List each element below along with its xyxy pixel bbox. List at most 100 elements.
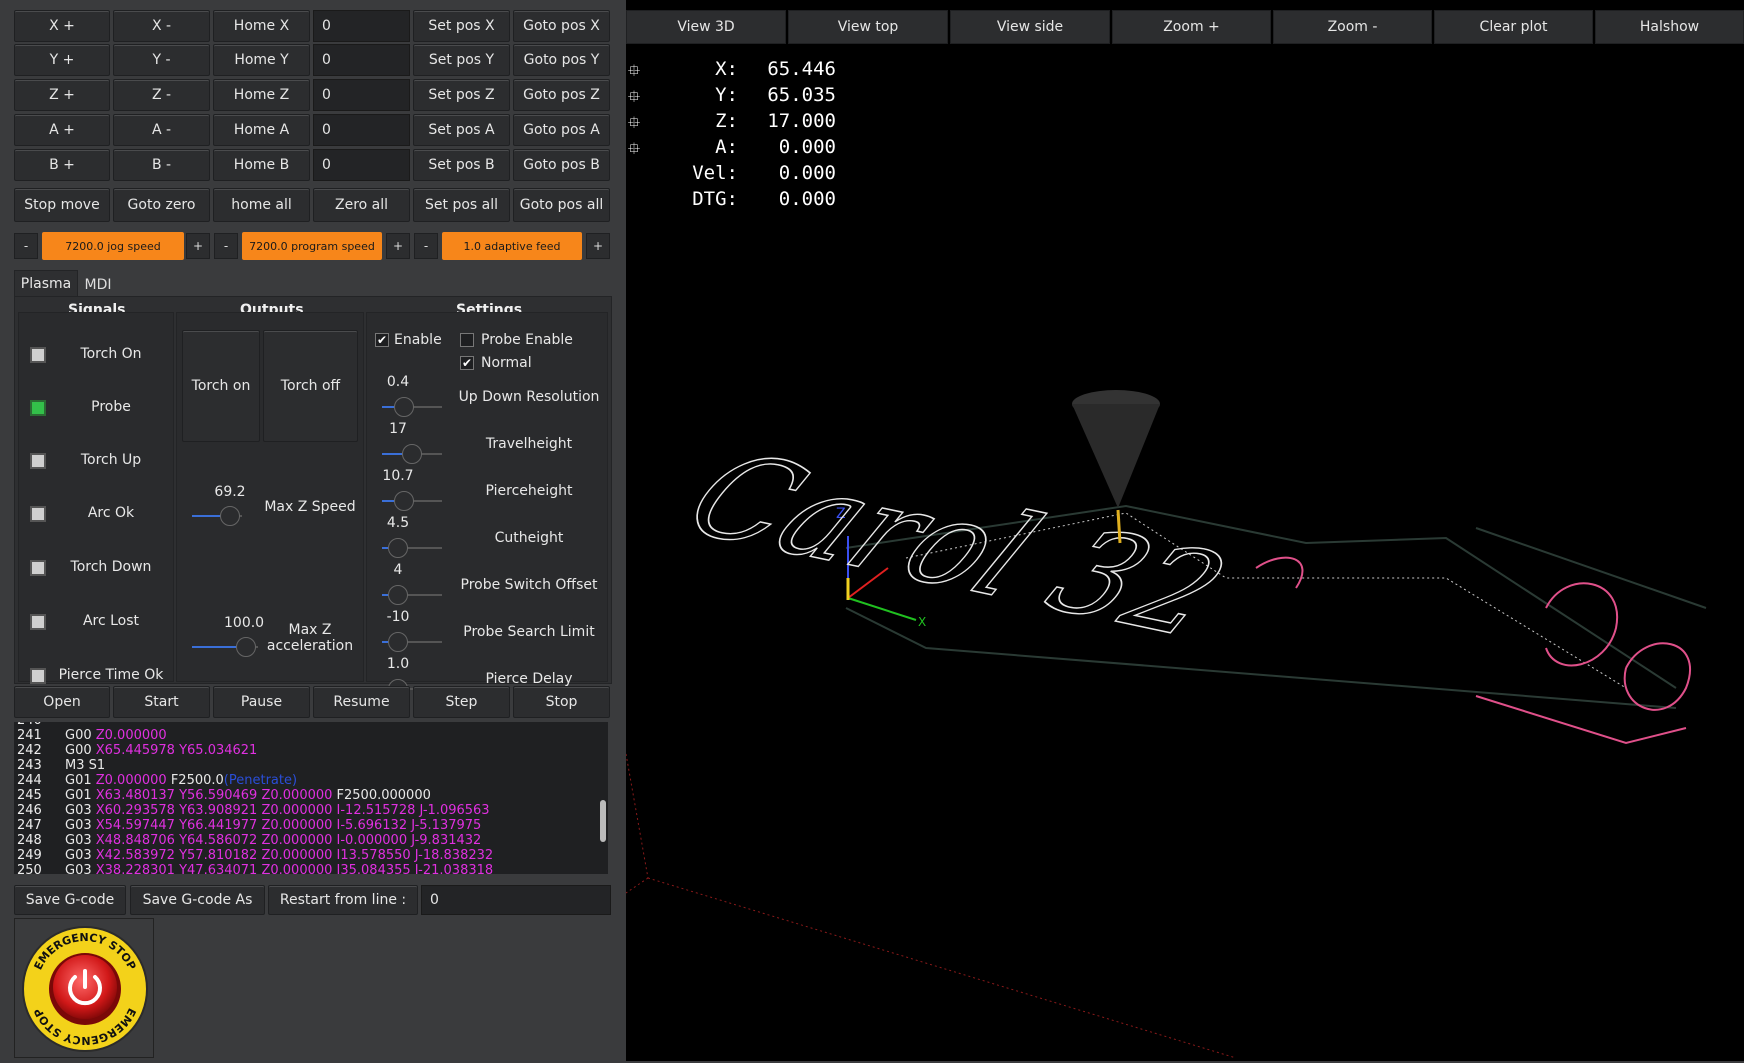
stop-button[interactable]: Stop <box>513 686 610 718</box>
gcode-line[interactable]: 247 G03 X54.597447 Y66.441977 Z0.000000 I… <box>14 818 481 833</box>
axis-x-goto-pos-button[interactable]: Goto pos X <box>513 10 610 42</box>
max-z-acceleration-slider[interactable] <box>192 637 258 657</box>
program-speed-slider[interactable]: 7200.0 program speed <box>242 232 382 260</box>
gcode-line[interactable]: 250 G03 X38.228301 Y47.634071 Z0.000000 I… <box>14 863 493 874</box>
axis-x-minus-button[interactable]: X - <box>113 10 210 42</box>
step-button[interactable]: Step <box>413 686 510 718</box>
adaptive-feed-slider[interactable]: 1.0 adaptive feed <box>442 232 582 260</box>
zoom-out-button[interactable]: Zoom - <box>1273 10 1432 44</box>
axis-a-set-pos-button[interactable]: Set pos A <box>413 114 510 146</box>
gcode-line[interactable]: 243 M3 S1 <box>14 758 105 773</box>
gcode-token: G01 <box>65 788 96 803</box>
max-z-acceleration-label-1: Max Z <box>288 622 332 638</box>
torch-on-button[interactable]: Torch on <box>182 330 260 442</box>
tab-mdi[interactable]: MDI <box>78 273 118 296</box>
axis-b-position-input[interactable]: 0 <box>313 149 410 181</box>
setting-slider[interactable] <box>382 585 442 605</box>
gcode-line[interactable]: 242 G00 X65.445978 Y65.034621 <box>14 743 257 758</box>
zoom-in-button[interactable]: Zoom + <box>1112 10 1271 44</box>
setting-slider[interactable] <box>382 491 442 511</box>
goto-zero-button[interactable]: Goto zero <box>113 188 210 222</box>
jog-speed-slider[interactable]: 7200.0 jog speed <box>42 232 184 260</box>
setting-value: -10 <box>386 609 410 625</box>
view-top-button[interactable]: View top <box>788 10 948 44</box>
setting-slider[interactable] <box>382 444 442 464</box>
axis-y-goto-pos-button[interactable]: Goto pos Y <box>513 44 610 76</box>
setting-label: Travelheight <box>485 436 573 452</box>
resume-button[interactable]: Resume <box>313 686 410 718</box>
gcode-token: Z0.000000 <box>95 728 167 743</box>
enable-checkbox[interactable]: ✔ <box>375 333 389 347</box>
axis-b-plus-button[interactable]: B + <box>14 149 110 181</box>
axis-x-home-button[interactable]: Home X <box>213 10 310 42</box>
gcode-line[interactable]: 244 G01 Z0.000000 F2500.0(Penetrate) <box>14 773 297 788</box>
tab-plasma[interactable]: Plasma <box>14 270 78 297</box>
save-gcode-button[interactable]: Save G-code <box>14 885 126 915</box>
clear-plot-button[interactable]: Clear plot <box>1434 10 1593 44</box>
setting-slider[interactable] <box>382 632 442 652</box>
setting-slider[interactable] <box>382 538 442 558</box>
axis-y-minus-button[interactable]: Y - <box>113 44 210 76</box>
axis-z-set-pos-button[interactable]: Set pos Z <box>413 79 510 111</box>
axis-b-goto-pos-button[interactable]: Goto pos B <box>513 149 610 181</box>
pause-button[interactable]: Pause <box>213 686 310 718</box>
gcode-line[interactable]: 246 G03 X60.293578 Y63.908921 Z0.000000 I… <box>14 803 490 818</box>
axis-a-minus-button[interactable]: A - <box>113 114 210 146</box>
start-button[interactable]: Start <box>113 686 210 718</box>
program-speed-plus-button[interactable]: + <box>386 233 410 259</box>
adaptive-feed-minus-button[interactable]: - <box>414 233 438 259</box>
axis-y-home-button[interactable]: Home Y <box>213 44 310 76</box>
probe-enable-checkbox[interactable] <box>460 333 474 347</box>
emergency-stop-button[interactable]: EMERGENCY STOP EMERGENCY STOP <box>14 918 154 1058</box>
restart-from-line-button[interactable]: Restart from line : <box>268 885 418 915</box>
view-3d-button[interactable]: View 3D <box>626 10 786 44</box>
jog-speed-minus-button[interactable]: - <box>14 233 38 259</box>
home-all-button[interactable]: home all <box>213 188 310 222</box>
axis-z-minus-button[interactable]: Z - <box>113 79 210 111</box>
program-speed-minus-button[interactable]: - <box>214 233 238 259</box>
axis-a-position-input[interactable]: 0 <box>313 114 410 146</box>
zero-all-button[interactable]: Zero all <box>313 188 410 222</box>
gcode-line[interactable]: 241 G00 Z0.000000 <box>14 728 167 743</box>
set-pos-all-button[interactable]: Set pos all <box>413 188 510 222</box>
gcode-scrollbar[interactable] <box>600 800 606 842</box>
gcode-line[interactable]: 248 G03 X48.848706 Y64.586072 Z0.000000 I… <box>14 833 481 848</box>
axis-a-plus-button[interactable]: A + <box>14 114 110 146</box>
toolpath-text-cut: Carol 32 <box>664 428 1248 663</box>
view-side-button[interactable]: View side <box>950 10 1110 44</box>
setting-slider[interactable] <box>382 397 442 417</box>
axis-b-minus-button[interactable]: B - <box>113 149 210 181</box>
torch-off-button[interactable]: Torch off <box>263 330 358 442</box>
axis-y-set-pos-button[interactable]: Set pos Y <box>413 44 510 76</box>
goto-pos-all-button[interactable]: Goto pos all <box>513 188 610 222</box>
max-z-speed-slider[interactable] <box>192 506 242 526</box>
axis-a-goto-pos-button[interactable]: Goto pos A <box>513 114 610 146</box>
gcode-token: X42.583972 Y57.810182 Z0.000000 I13.5785… <box>95 848 494 863</box>
axis-x-position-input[interactable]: 0 <box>313 10 410 42</box>
restart-line-input[interactable]: 0 <box>421 885 611 915</box>
stop-move-button[interactable]: Stop move <box>14 188 110 222</box>
toolpath-plot[interactable]: Z X Carol 32 <box>626 48 1744 1058</box>
axis-a-home-button[interactable]: Home A <box>213 114 310 146</box>
normal-checkbox[interactable]: ✔ <box>460 356 474 370</box>
adaptive-feed-plus-button[interactable]: + <box>586 233 610 259</box>
gcode-token: F2500.0 <box>166 773 224 788</box>
axis-z-plus-button[interactable]: Z + <box>14 79 110 111</box>
gcode-viewer[interactable]: 240241G00 Z0.000000242G00 X65.445978 Y65… <box>14 722 608 874</box>
gcode-line[interactable]: 249 G03 X42.583972 Y57.810182 Z0.000000 I… <box>14 848 493 863</box>
jog-speed-plus-button[interactable]: + <box>186 233 210 259</box>
axis-x-plus-button[interactable]: X + <box>14 10 110 42</box>
axis-b-home-button[interactable]: Home B <box>213 149 310 181</box>
halshow-button[interactable]: Halshow <box>1595 10 1744 44</box>
axis-y-position-input[interactable]: 0 <box>313 44 410 76</box>
axis-x-set-pos-button[interactable]: Set pos X <box>413 10 510 42</box>
axis-z-position-input[interactable]: 0 <box>313 79 410 111</box>
axis-b-set-pos-button[interactable]: Set pos B <box>413 149 510 181</box>
signal-label: Pierce Time Ok <box>58 667 164 683</box>
axis-z-goto-pos-button[interactable]: Goto pos Z <box>513 79 610 111</box>
gcode-line[interactable]: 245 G01 X63.480137 Y56.590469 Z0.000000 F… <box>14 788 431 803</box>
open-button[interactable]: Open <box>14 686 110 718</box>
axis-z-home-button[interactable]: Home Z <box>213 79 310 111</box>
save-gcode-as-button[interactable]: Save G-code As <box>130 885 265 915</box>
axis-y-plus-button[interactable]: Y + <box>14 44 110 76</box>
